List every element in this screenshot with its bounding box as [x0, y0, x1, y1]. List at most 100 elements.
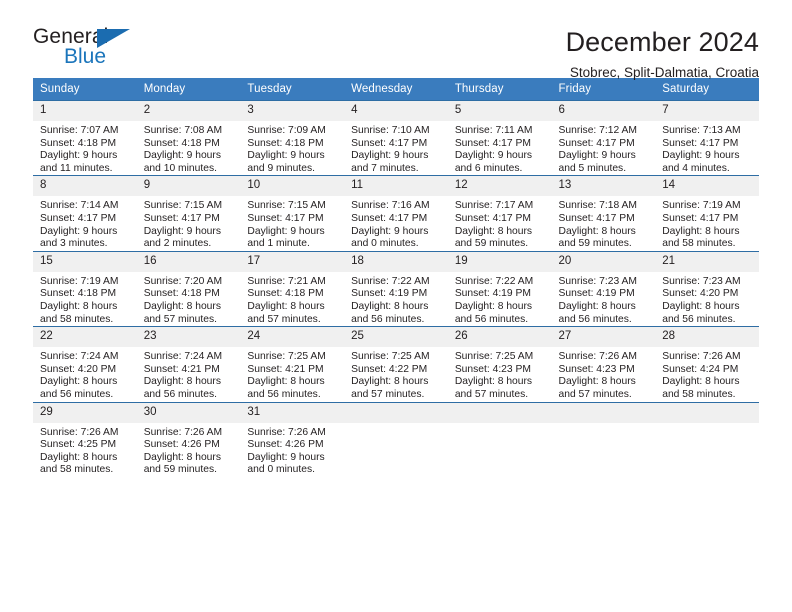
- sunrise-time: Sunrise: 7:18 AM: [558, 200, 637, 212]
- sunrise-time: Sunrise: 7:13 AM: [662, 125, 741, 136]
- calendar-day-cell[interactable]: 22 Sunrise: 7:24 AM Sunset: 4:20 PM Dayligh…: [33, 326, 137, 402]
- sunrise-time: Sunrise: 7:24 AM: [143, 351, 223, 363]
- calendar-day-cell[interactable]: 27 Sunrise: 7:26 AM Sunset: 4:23 PM Dayligh…: [551, 326, 656, 402]
- calendar-week-row: 22 Sunrise: 7:24 AM Sunset: 4:20 PM Dayligh…: [33, 326, 759, 402]
- calendar-day-cell[interactable]: 11 Sunrise: 7:16 AM Sunset: 4:17 PM Dayligh…: [344, 175, 448, 252]
- sunrise-time: Sunrise: 7:15 AM: [247, 200, 326, 212]
- daylight-duration-line2: and 56 minutes.: [143, 388, 217, 400]
- day-number: 17: [240, 251, 345, 272]
- day-number: 9: [136, 176, 241, 197]
- daylight-duration-line1: Daylight: 8 hours: [40, 300, 118, 312]
- day-number: 23: [136, 327, 241, 348]
- calendar-day-cell[interactable]: 16 Sunrise: 7:20 AM Sunset: 4:18 PM Dayligh…: [136, 250, 241, 327]
- calendar-day-cell[interactable]: 19 Sunrise: 7:22 AM Sunset: 4:19 PM Dayligh…: [447, 250, 552, 327]
- sunset-time: Sunset: 4:26 PM: [143, 439, 220, 451]
- calendar-day-cell[interactable]: 26 Sunrise: 7:25 AM Sunset: 4:23 PM Dayligh…: [447, 326, 552, 402]
- calendar-day-cell[interactable]: 13 Sunrise: 7:18 AM Sunset: 4:17 PM Dayligh…: [551, 175, 656, 252]
- calendar-day-cell[interactable]: 30 Sunrise: 7:26 AM Sunset: 4:26 PM Dayligh…: [136, 401, 241, 477]
- daylight-duration-line2: and 4 minutes.: [662, 162, 730, 174]
- calendar-day-cell[interactable]: 20 Sunrise: 7:23 AM Sunset: 4:19 PM Dayligh…: [551, 250, 656, 327]
- daylight-duration-line2: and 9 minutes.: [247, 162, 315, 174]
- day-number: [344, 402, 448, 423]
- sunrise-time: Sunrise: 7:21 AM: [247, 275, 326, 287]
- day-details: Sunrise: 7:20 AM Sunset: 4:18 PM Daylight:…: [137, 272, 241, 326]
- daylight-duration-line1: Daylight: 9 hours: [351, 150, 429, 162]
- calendar-day-cell[interactable]: 12 Sunrise: 7:17 AM Sunset: 4:17 PM Dayligh…: [447, 175, 552, 252]
- calendar-day-cell[interactable]: 21 Sunrise: 7:23 AM Sunset: 4:20 PM Dayligh…: [655, 250, 759, 327]
- sunset-time: Sunset: 4:21 PM: [247, 363, 324, 375]
- day-details: Sunrise: 7:26 AM Sunset: 4:25 PM Daylight:…: [33, 423, 137, 477]
- daylight-duration-line1: Daylight: 8 hours: [558, 376, 636, 388]
- calendar-day-cell[interactable]: 14 Sunrise: 7:19 AM Sunset: 4:17 PM Dayligh…: [655, 175, 759, 252]
- day-details: Sunrise: 7:26 AM Sunset: 4:26 PM Daylight:…: [137, 423, 241, 477]
- daylight-duration-line2: and 56 minutes.: [40, 388, 114, 400]
- sunset-time: Sunset: 4:17 PM: [247, 212, 324, 224]
- sunset-time: Sunset: 4:17 PM: [558, 137, 635, 149]
- calendar-day-cell[interactable]: 1 Sunrise: 7:07 AM Sunset: 4:18 PM Daylight…: [33, 99, 137, 176]
- sunrise-time: Sunrise: 7:15 AM: [143, 200, 223, 212]
- day-number: 5: [447, 101, 552, 121]
- sunset-time: Sunset: 4:23 PM: [558, 363, 635, 375]
- day-number: [655, 402, 759, 423]
- day-number: 21: [655, 251, 759, 272]
- sunrise-time: Sunrise: 7:14 AM: [40, 200, 119, 212]
- calendar-day-cell[interactable]: 5 Sunrise: 7:11 AM Sunset: 4:17 PM Daylight…: [447, 99, 552, 176]
- calendar-week-row: 15 Sunrise: 7:19 AM Sunset: 4:18 PM Dayligh…: [33, 250, 759, 327]
- page-title: December 2024: [565, 27, 759, 57]
- daylight-duration-line2: and 58 minutes.: [40, 464, 114, 476]
- calendar-day-cell[interactable]: 15 Sunrise: 7:19 AM Sunset: 4:18 PM Dayligh…: [33, 250, 137, 327]
- calendar-day-cell[interactable]: 29 Sunrise: 7:26 AM Sunset: 4:25 PM Dayligh…: [33, 401, 137, 477]
- calendar-empty-cell: [344, 401, 448, 477]
- day-details: Sunrise: 7:26 AM Sunset: 4:24 PM Daylight:…: [655, 347, 759, 401]
- calendar-page: General Blue December 2024 Stobrec, Spli…: [0, 0, 792, 612]
- calendar-table: Sunday Monday Tuesday Wednesday Thursday…: [33, 78, 759, 477]
- sunset-time: Sunset: 4:17 PM: [662, 212, 739, 224]
- daylight-duration-line2: and 56 minutes.: [558, 313, 632, 325]
- daylight-duration-line1: Daylight: 8 hours: [662, 300, 740, 312]
- day-details: Sunrise: 7:08 AM Sunset: 4:18 PM Daylight:…: [137, 121, 241, 175]
- calendar-day-cell[interactable]: 9 Sunrise: 7:15 AM Sunset: 4:17 PM Daylight…: [136, 175, 241, 252]
- sunrise-time: Sunrise: 7:26 AM: [247, 426, 326, 438]
- daylight-duration-line1: Daylight: 8 hours: [454, 225, 533, 237]
- calendar-empty-cell: [551, 401, 656, 477]
- sunrise-time: Sunrise: 7:23 AM: [558, 275, 637, 287]
- calendar-day-cell[interactable]: 24 Sunrise: 7:25 AM Sunset: 4:21 PM Dayligh…: [240, 326, 345, 402]
- calendar-day-cell[interactable]: 6 Sunrise: 7:12 AM Sunset: 4:17 PM Daylight…: [551, 99, 656, 176]
- day-number: 18: [344, 251, 448, 272]
- calendar-week-row: 29 Sunrise: 7:26 AM Sunset: 4:25 PM Dayligh…: [33, 401, 759, 477]
- day-details: Sunrise: 7:14 AM Sunset: 4:17 PM Daylight:…: [33, 196, 137, 250]
- calendar-day-cell[interactable]: 8 Sunrise: 7:14 AM Sunset: 4:17 PM Daylight…: [33, 175, 137, 252]
- calendar-day-cell[interactable]: 4 Sunrise: 7:10 AM Sunset: 4:17 PM Daylight…: [344, 99, 448, 176]
- calendar-day-cell[interactable]: 28 Sunrise: 7:26 AM Sunset: 4:24 PM Dayligh…: [655, 326, 759, 402]
- sunrise-time: Sunrise: 7:08 AM: [143, 125, 223, 136]
- daylight-duration-line2: and 57 minutes.: [143, 313, 217, 325]
- calendar-day-cell[interactable]: 17 Sunrise: 7:21 AM Sunset: 4:18 PM Dayligh…: [240, 250, 345, 327]
- daylight-duration-line1: Daylight: 8 hours: [454, 376, 533, 388]
- daylight-duration-line2: and 5 minutes.: [558, 162, 627, 174]
- calendar-day-cell[interactable]: 2 Sunrise: 7:08 AM Sunset: 4:18 PM Daylight…: [136, 99, 241, 176]
- daylight-duration-line1: Daylight: 8 hours: [40, 376, 118, 388]
- daylight-duration-line2: and 57 minutes.: [351, 388, 425, 400]
- day-number: 28: [655, 327, 759, 348]
- calendar-day-cell[interactable]: 3 Sunrise: 7:09 AM Sunset: 4:18 PM Daylight…: [240, 99, 345, 176]
- calendar-day-cell[interactable]: 25 Sunrise: 7:25 AM Sunset: 4:22 PM Dayligh…: [344, 326, 448, 402]
- calendar-week-row: 8 Sunrise: 7:14 AM Sunset: 4:17 PM Daylight…: [33, 175, 759, 252]
- sunset-time: Sunset: 4:19 PM: [351, 288, 428, 300]
- calendar-day-cell[interactable]: 23 Sunrise: 7:24 AM Sunset: 4:21 PM Dayligh…: [136, 326, 241, 402]
- calendar-day-cell[interactable]: 31 Sunrise: 7:26 AM Sunset: 4:26 PM Dayligh…: [240, 401, 345, 477]
- sunset-time: Sunset: 4:17 PM: [558, 212, 635, 224]
- daylight-duration-line1: Daylight: 9 hours: [454, 150, 533, 162]
- sunset-time: Sunset: 4:17 PM: [351, 137, 428, 149]
- calendar-day-cell[interactable]: 18 Sunrise: 7:22 AM Sunset: 4:19 PM Dayligh…: [344, 250, 448, 327]
- sunrise-time: Sunrise: 7:23 AM: [662, 275, 741, 287]
- day-number: 16: [136, 251, 241, 272]
- day-details: Sunrise: 7:10 AM Sunset: 4:17 PM Daylight:…: [344, 121, 448, 175]
- calendar-day-cell[interactable]: 10 Sunrise: 7:15 AM Sunset: 4:17 PM Dayligh…: [240, 175, 345, 252]
- sunrise-time: Sunrise: 7:20 AM: [143, 275, 223, 287]
- day-details: Sunrise: 7:07 AM Sunset: 4:18 PM Daylight:…: [33, 121, 137, 175]
- sunset-time: Sunset: 4:19 PM: [454, 288, 531, 300]
- calendar-day-cell[interactable]: 7 Sunrise: 7:13 AM Sunset: 4:17 PM Daylight…: [655, 99, 759, 176]
- day-details: Sunrise: 7:17 AM Sunset: 4:17 PM Daylight:…: [448, 196, 552, 250]
- daylight-duration-line1: Daylight: 9 hours: [351, 225, 429, 237]
- sunrise-time: Sunrise: 7:26 AM: [40, 426, 119, 438]
